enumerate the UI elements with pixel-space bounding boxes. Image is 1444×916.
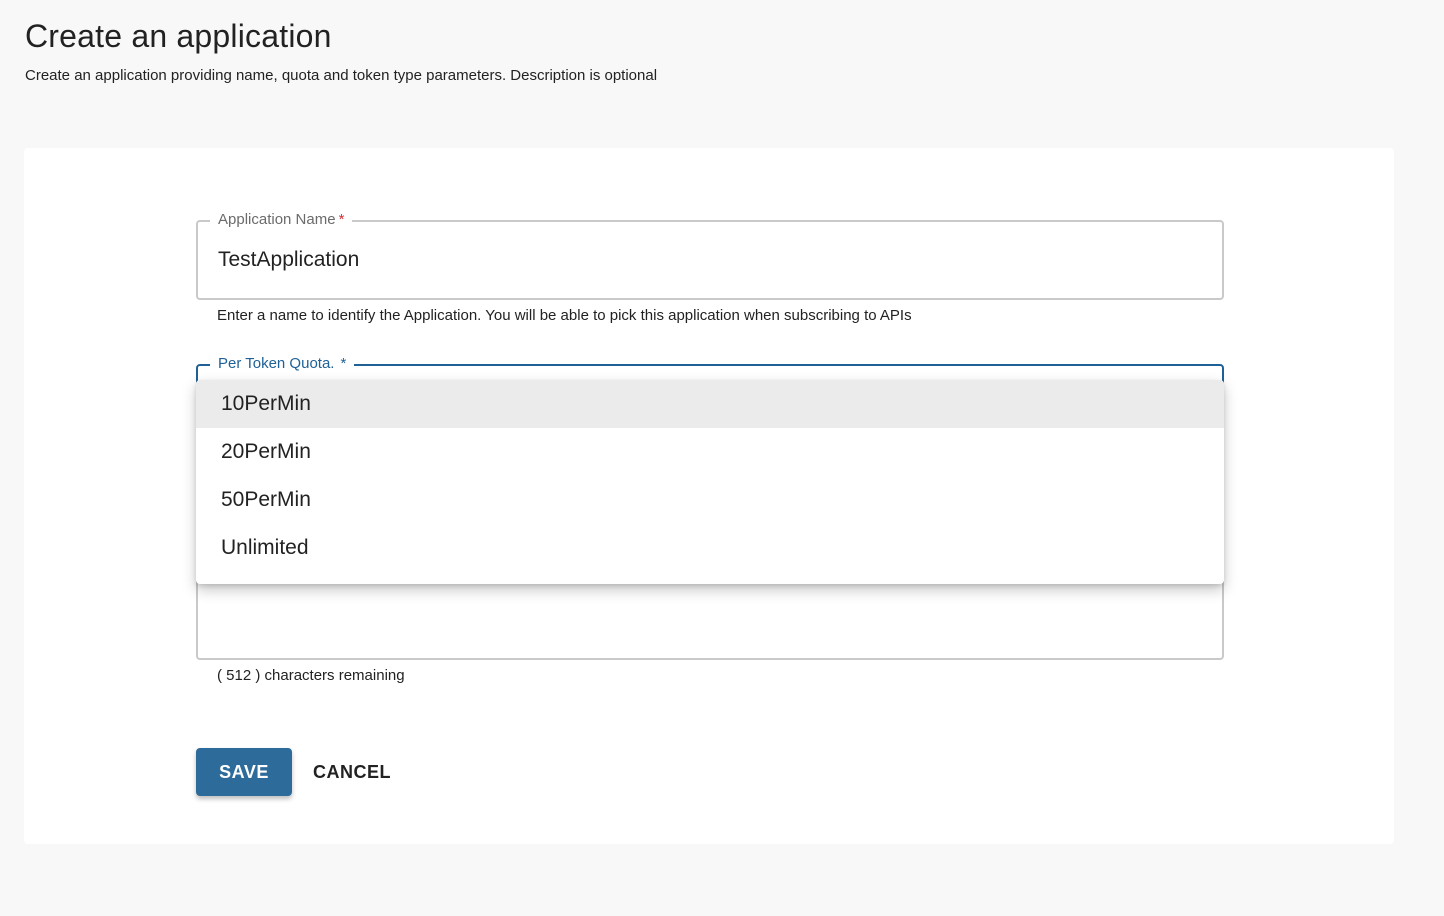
application-name-helper: Enter a name to identify the Application… (217, 307, 912, 324)
create-application-page: Create an application Create an applicat… (0, 0, 1444, 916)
quota-option[interactable]: 50PerMin (196, 476, 1224, 524)
description-char-count: ( 512 ) characters remaining (217, 667, 405, 684)
cancel-button[interactable]: CANCEL (304, 748, 400, 796)
quota-option[interactable]: 10PerMin (196, 380, 1224, 428)
application-name-label-text: Application Name (218, 211, 336, 228)
required-mark: * (340, 355, 347, 372)
quota-option[interactable]: 20PerMin (196, 428, 1224, 476)
quota-dropdown-menu: 10PerMin 20PerMin 50PerMin Unlimited (196, 380, 1224, 584)
application-name-input[interactable]: TestApplication (218, 248, 359, 272)
page-title: Create an application (25, 18, 332, 54)
save-button[interactable]: SAVE (196, 748, 292, 796)
page-subtitle: Create an application providing name, qu… (25, 67, 658, 84)
application-name-label: Application Name * (210, 211, 353, 229)
quota-label-text: Per Token Quota. (218, 355, 335, 372)
application-name-field[interactable]: Application Name * TestApplication (196, 211, 1224, 300)
required-mark: * (338, 211, 345, 228)
quota-label: Per Token Quota. * (210, 355, 355, 373)
quota-option[interactable]: Unlimited (196, 524, 1224, 572)
